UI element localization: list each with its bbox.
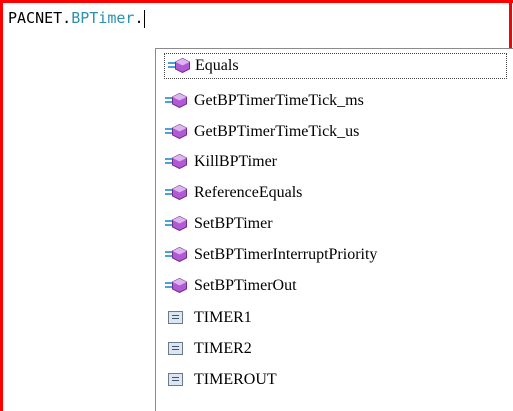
completion-item-label: SetBPTimer xyxy=(194,215,273,232)
completion-item-timerout[interactable]: TIMEROUT xyxy=(162,367,502,393)
code-namespace: PACNET. xyxy=(8,9,72,27)
completion-list[interactable]: Equals GetBPTimerTimeTick_ms GetBPTimerT… xyxy=(155,48,513,411)
completion-item-label: Equals xyxy=(195,57,239,74)
text-caret xyxy=(144,9,146,28)
field-icon xyxy=(162,336,192,362)
completion-item-label: TIMER2 xyxy=(194,340,252,357)
completion-item-timer1[interactable]: TIMER1 xyxy=(162,305,502,331)
completion-item-label: ReferenceEquals xyxy=(194,184,303,201)
editor-frame-top xyxy=(0,0,513,3)
completion-item-equals[interactable]: Equals xyxy=(164,53,507,79)
completion-item-setbptimerout[interactable]: SetBPTimerOut xyxy=(162,273,502,299)
completion-item-getbptimertimetick-us[interactable]: GetBPTimerTimeTick_us xyxy=(162,119,502,145)
completion-item-label: TIMEROUT xyxy=(194,371,277,388)
completion-item-setbptimer[interactable]: SetBPTimer xyxy=(162,211,502,237)
method-icon xyxy=(162,149,192,175)
completion-item-label: GetBPTimerTimeTick_ms xyxy=(194,92,364,109)
field-icon xyxy=(162,367,192,393)
completion-item-getbptimertimetick-ms[interactable]: GetBPTimerTimeTick_ms xyxy=(162,88,502,114)
method-icon xyxy=(162,119,192,145)
code-editor-line[interactable]: PACNET.BPTimer. xyxy=(8,6,146,30)
method-icon xyxy=(165,53,193,79)
method-icon xyxy=(162,88,192,114)
method-icon xyxy=(162,180,192,206)
method-icon xyxy=(162,211,192,237)
completion-item-label: GetBPTimerTimeTick_us xyxy=(194,123,360,140)
code-member-dot: . xyxy=(134,9,144,27)
method-icon xyxy=(162,242,192,268)
completion-item-label: KillBPTimer xyxy=(194,153,277,170)
editor-frame-left xyxy=(0,0,3,411)
completion-item-timer2[interactable]: TIMER2 xyxy=(162,336,502,362)
completion-item-referenceequals[interactable]: ReferenceEquals xyxy=(162,180,502,206)
completion-item-label: SetBPTimerOut xyxy=(194,277,297,294)
method-icon xyxy=(162,273,192,299)
code-class-name: BPTimer xyxy=(71,9,135,27)
completion-item-setbptimerinterruptpriority[interactable]: SetBPTimerInterruptPriority xyxy=(162,242,502,268)
completion-item-killbptimer[interactable]: KillBPTimer xyxy=(162,149,502,175)
field-icon xyxy=(162,305,192,331)
completion-item-label: TIMER1 xyxy=(194,309,252,326)
completion-item-label: SetBPTimerInterruptPriority xyxy=(194,246,378,263)
